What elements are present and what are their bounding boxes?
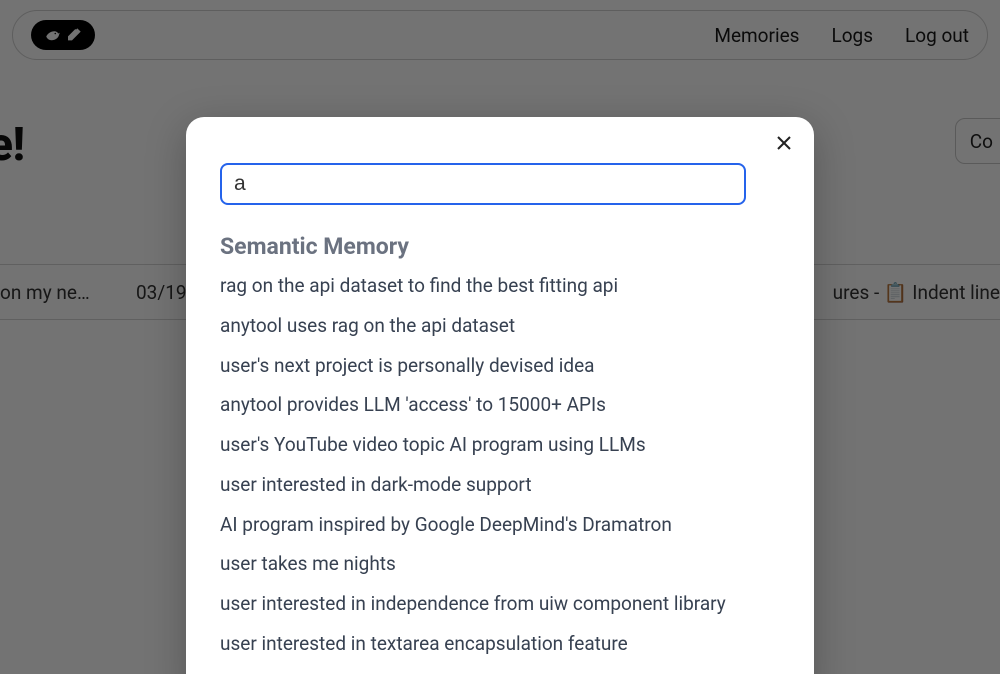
- search-wrap: [220, 163, 780, 205]
- result-item[interactable]: user takes me nights: [220, 552, 780, 576]
- result-item[interactable]: user's YouTube video topic AI program us…: [220, 433, 780, 457]
- close-button[interactable]: [772, 131, 796, 155]
- page-root: Memories Logs Log out e! Co on my ne… 03…: [0, 0, 1000, 674]
- result-list: rag on the api dataset to find the best …: [220, 274, 780, 656]
- result-item[interactable]: anytool provides LLM 'access' to 15000+ …: [220, 393, 780, 417]
- section-heading: Semantic Memory: [220, 233, 780, 260]
- result-item[interactable]: user interested in independence from uiw…: [220, 592, 780, 616]
- search-input[interactable]: [220, 163, 746, 205]
- result-item[interactable]: user interested in textarea encapsulatio…: [220, 632, 780, 656]
- result-item[interactable]: AI program inspired by Google DeepMind's…: [220, 513, 780, 537]
- search-modal: Semantic Memory rag on the api dataset t…: [186, 117, 814, 674]
- result-item[interactable]: rag on the api dataset to find the best …: [220, 274, 780, 298]
- result-item[interactable]: user's next project is personally devise…: [220, 354, 780, 378]
- result-item[interactable]: user interested in dark-mode support: [220, 473, 780, 497]
- close-icon: [776, 135, 792, 151]
- result-item[interactable]: anytool uses rag on the api dataset: [220, 314, 780, 338]
